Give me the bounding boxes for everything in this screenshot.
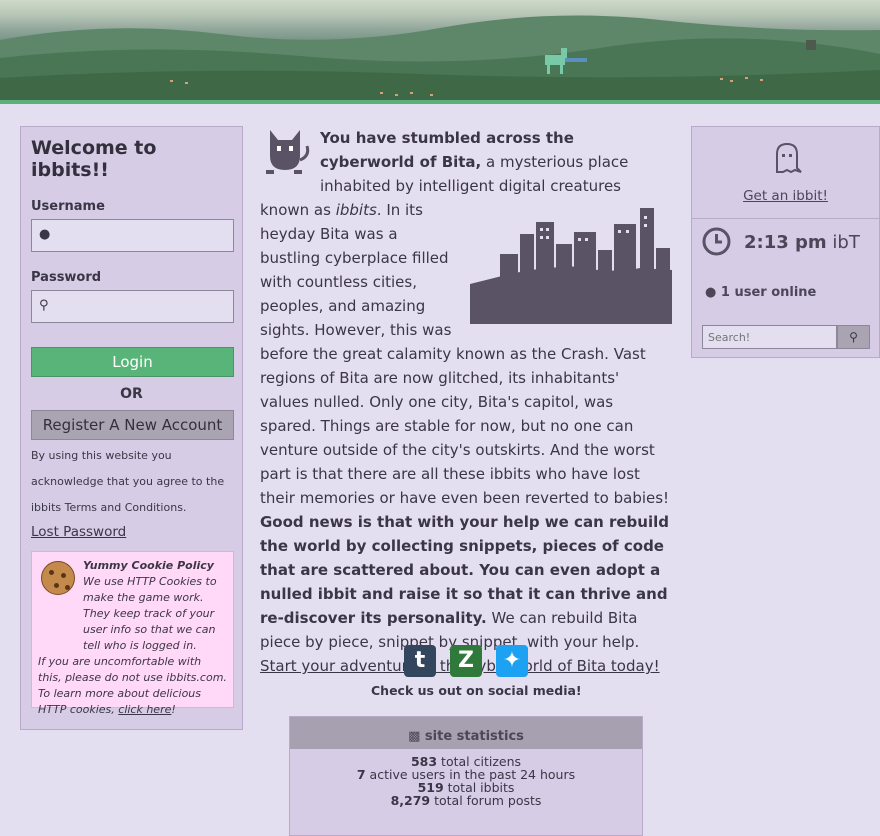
login-panel: Welcome to ibbits!! Username ● Password … [20, 126, 243, 730]
city-skyline-illustration [470, 208, 672, 324]
username-field-wrapper: ● [31, 219, 234, 252]
ghost-ibbit-icon [776, 142, 802, 174]
user-icon: ● [705, 285, 717, 300]
zazzle-icon[interactable]: Z [450, 645, 482, 677]
password-input[interactable] [58, 293, 232, 321]
banner-divider [0, 100, 880, 104]
social-media-label: Check us out on social media! [371, 683, 582, 698]
intro-ibbits-term: ibbits [335, 201, 377, 219]
user-icon: ● [39, 227, 51, 242]
clock-icon [702, 227, 731, 256]
game-time: 2:13 pm ibT [744, 232, 860, 253]
terms-notice: By using this website you acknowledge th… [31, 449, 225, 514]
main-intro: You have stumbled across the cyberworld … [260, 126, 672, 678]
cookie-icon [41, 561, 75, 595]
cookie-more-suffix: ! [171, 703, 176, 716]
cookie-policy-warning: If you are uncomfortable with this, plea… [38, 655, 227, 684]
stats-chart-icon: ▩ [408, 729, 421, 744]
landscape-banner-art [0, 15, 880, 104]
cookie-policy-more: To learn more about delicious HTTP cooki… [38, 686, 227, 718]
username-input[interactable] [58, 222, 232, 250]
users-online-count: 1 user online [720, 285, 817, 300]
right-sidebar: Get an ibbit! 2:13 pm ibT ● 1 user onlin… [691, 126, 880, 358]
password-field-wrapper: ⚲ [31, 290, 234, 323]
twitter-icon[interactable]: ✦ [496, 645, 528, 677]
cookie-policy-box: Yummy Cookie Policy We use HTTP Cookies … [31, 551, 234, 716]
search-icon: ⚲ [849, 330, 858, 344]
stat-posts-label: total forum posts [430, 793, 542, 808]
stat-forum-posts: 8,279 total forum posts [290, 794, 642, 807]
cookie-click-here-link[interactable]: click here [118, 703, 171, 716]
or-separator: OR [120, 386, 143, 402]
tumblr-icon[interactable]: t [404, 645, 436, 677]
lost-password-link[interactable]: Lost Password [31, 524, 126, 540]
cookie-policy-text: We use HTTP Cookies to make the game wor… [83, 575, 217, 652]
register-button[interactable]: Register A New Account [31, 410, 234, 440]
site-statistics-header: ▩ site statistics [290, 717, 642, 749]
ibbit-cat-icon [266, 130, 310, 174]
header-banner [0, 0, 880, 104]
key-icon: ⚲ [39, 298, 49, 313]
cookie-policy-title: Yummy Cookie Policy [83, 559, 214, 572]
search-button[interactable]: ⚲ [837, 325, 870, 349]
login-button[interactable]: Login [31, 347, 234, 377]
intro-paragraph: You have stumbled across the cyberworld … [260, 126, 672, 678]
get-ibbit-link[interactable]: Get an ibbit! [692, 188, 879, 204]
sidebar-divider [692, 218, 879, 219]
username-label: Username [31, 199, 105, 214]
site-statistics-panel: ▩ site statistics 583 total citizens 7 a… [289, 716, 643, 836]
welcome-heading: Welcome to ibbits!! [31, 137, 157, 181]
game-time-value: 2:13 pm [744, 232, 827, 253]
search-input[interactable] [702, 325, 837, 349]
game-time-zone: ibT [832, 232, 860, 253]
site-statistics-title: site statistics [424, 729, 524, 744]
stat-posts-value: 8,279 [390, 793, 431, 808]
users-online: ● 1 user online [705, 285, 816, 300]
stat-active-value: 7 [356, 767, 366, 782]
password-label: Password [31, 270, 102, 285]
